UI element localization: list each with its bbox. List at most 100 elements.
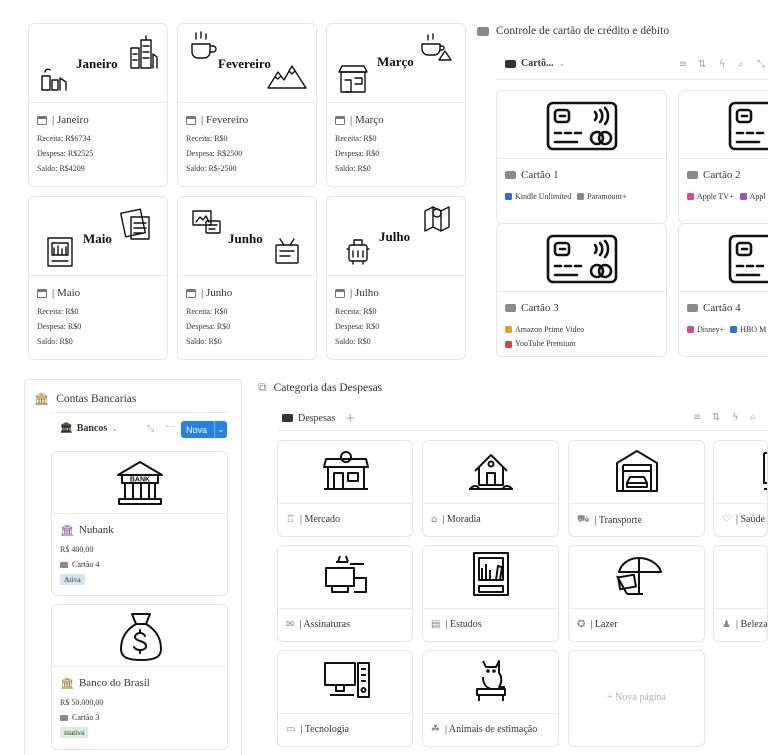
- bank-card-0[interactable]: BANK 🏛︎ Nubank R$ 400,00 Cartão 4 Ativa: [51, 451, 228, 596]
- category-cover: [278, 546, 412, 609]
- credit-card-icon: [505, 59, 516, 68]
- automation-icon[interactable]: ϟ: [732, 412, 739, 423]
- category-card-2[interactable]: ⛟ | Transporte: [568, 440, 705, 537]
- new-page-button[interactable]: + Nova página: [568, 650, 705, 747]
- bank-cover: BANK: [52, 452, 227, 514]
- month-receita: Receita: R$0: [335, 134, 377, 143]
- credit-card-0[interactable]: Cartão 1 Kindle Unlimited Paramount+: [496, 90, 667, 224]
- month-receita: Receita: R$0: [37, 307, 79, 316]
- search-icon[interactable]: ⌕: [750, 412, 756, 423]
- card-tags: Kindle Unlimited Paramount+: [505, 189, 660, 204]
- bank-title: 🏛︎ Banco do Brasil: [60, 676, 150, 690]
- bank-card: Cartão 4: [60, 560, 221, 569]
- new-page-label: + Nova página: [607, 692, 666, 703]
- category-card-3[interactable]: ♡ | Saúde: [713, 440, 768, 537]
- category-card-1[interactable]: ⌂ | Moradia: [422, 440, 559, 537]
- category-card-0[interactable]: ♖ | Mercado: [277, 440, 413, 537]
- category-card-4[interactable]: ✉ | Assinaturas: [277, 545, 413, 642]
- sort-icon[interactable]: ⇅: [712, 412, 720, 423]
- more-icon[interactable]: ···: [165, 422, 175, 433]
- category-card-5[interactable]: ▤ | Estudos: [422, 545, 559, 642]
- month-card-4[interactable]: Junho | Junho Receita: R$0 Despesa: R$0 …: [177, 196, 317, 360]
- month-despesa: Despesa: R$0: [186, 322, 231, 331]
- credit-card-1[interactable]: Cartão 2 Apple TV+ Appl: [678, 90, 768, 224]
- filter-icon[interactable]: ≡: [693, 412, 701, 423]
- credit-card-icon: [687, 304, 698, 312]
- new-button[interactable]: Nova ⌄: [181, 421, 227, 438]
- subscription-icon: [687, 193, 694, 200]
- category-card-6[interactable]: ✪ | Lazer: [568, 545, 705, 642]
- month-cover: Julho: [327, 197, 465, 276]
- bank-icon: 🏛︎: [34, 392, 50, 406]
- credit-card-icon: [60, 714, 68, 721]
- month-title: | Julho: [335, 285, 459, 301]
- category-cover: [714, 546, 767, 609]
- category-cover: [423, 441, 558, 504]
- divider: [50, 412, 228, 413]
- month-card-3[interactable]: Maio | Maio Receita: R$0 Despesa: R$0 Sa…: [28, 196, 168, 360]
- card-title: Cartão 4: [687, 300, 768, 316]
- search-icon[interactable]: ⌕: [738, 59, 744, 70]
- credit-card-2[interactable]: Cartão 3 Amazon Prime Video YouTube Premi…: [496, 223, 667, 357]
- expand-icon[interactable]: ⤡: [757, 59, 765, 70]
- month-saldo: Saldo: R$0: [335, 164, 371, 173]
- credit-card-3[interactable]: Cartão 4 Disney+ HBO M: [678, 223, 768, 357]
- month-saldo: Saldo: R$0: [186, 337, 222, 346]
- divider: [495, 79, 768, 80]
- month-card-0[interactable]: Janeiro | Janeiro Receita: R$6734 Despes…: [28, 23, 168, 187]
- money-icon: [282, 414, 293, 422]
- automation-icon[interactable]: ϟ: [719, 59, 726, 70]
- bank-icon: 🏛︎: [60, 423, 73, 434]
- category-card-9[interactable]: ☘ | Animais de estimação: [422, 650, 559, 747]
- month-cover: Maio: [29, 197, 167, 276]
- month-cover: Junho: [178, 197, 316, 276]
- card-cover: [679, 91, 768, 159]
- chevron-down-icon: ⌄: [111, 424, 118, 433]
- filter-icon[interactable]: ≡: [679, 59, 687, 70]
- category-card-7[interactable]: ♟ | Beleza: [713, 545, 768, 642]
- month-card-2[interactable]: Março | Março Receita: R$0 Despesa: R$0 …: [326, 23, 466, 187]
- category-icon: ♟: [722, 619, 731, 630]
- credit-card-icon: [60, 561, 68, 568]
- chevron-down-icon: ⌄: [558, 59, 566, 68]
- svg-text:BANK: BANK: [130, 477, 150, 484]
- category-cover: [569, 546, 704, 609]
- category-icon: ✉: [286, 619, 295, 630]
- month-cover: Janeiro: [29, 24, 167, 103]
- bank-balance: R$ 50.000,00: [60, 698, 104, 707]
- card-tags: Amazon Prime Video YouTube Premium: [505, 322, 660, 351]
- category-card-8[interactable]: ▭ | Tecnologia: [277, 650, 413, 747]
- sort-icon[interactable]: ⇅: [698, 59, 706, 70]
- category-cover: [278, 441, 412, 504]
- card-tags: Apple TV+ Appl: [687, 189, 768, 204]
- subscription-icon: [505, 340, 512, 348]
- subscription-icon: [577, 193, 585, 200]
- card-tags: Disney+ HBO M: [687, 322, 768, 337]
- month-cover-title: Janeiro: [76, 56, 118, 71]
- bank-icon: 🏛︎: [60, 523, 74, 537]
- bank-cover: [52, 605, 227, 667]
- month-card-5[interactable]: Julho | Julho Receita: R$0 Despesa: R$0 …: [326, 196, 466, 360]
- month-card-1[interactable]: Fevereiro | Fevereiro Receita: R$0 Despe…: [177, 23, 317, 187]
- banks-view-tab[interactable]: 🏛︎ Bancos ⌄: [60, 423, 118, 434]
- bank-card-1[interactable]: 🏛︎ Banco do Brasil R$ 50.000,00 Cartão 3…: [51, 604, 228, 750]
- expand-icon[interactable]: ⤡: [147, 424, 154, 434]
- category-cover: [714, 441, 767, 504]
- category-title: ⛟ | Transporte: [577, 514, 642, 526]
- expenses-view-tab[interactable]: Despesas +: [282, 411, 355, 425]
- month-despesa: Despesa: R$0: [335, 149, 380, 158]
- category-icon: ♡: [722, 514, 731, 525]
- card-title: Cartão 2: [687, 167, 768, 183]
- card-title: Cartão 3: [505, 300, 660, 316]
- category-icon: ▤: [431, 619, 441, 630]
- category-title: ♖ | Mercado: [286, 514, 341, 525]
- month-saldo: Saldo: R$4209: [37, 164, 85, 173]
- cards-view-tab[interactable]: Cartõ... ⌄: [505, 58, 565, 69]
- calendar-icon: [186, 115, 196, 125]
- add-view-button[interactable]: +: [345, 411, 355, 425]
- category-icon: ⧉: [258, 380, 267, 394]
- chevron-down-icon[interactable]: ⌄: [214, 421, 227, 438]
- subscription-tag: Paramount+: [577, 190, 626, 204]
- month-title: | Março: [335, 112, 459, 128]
- category-cover: [423, 546, 558, 609]
